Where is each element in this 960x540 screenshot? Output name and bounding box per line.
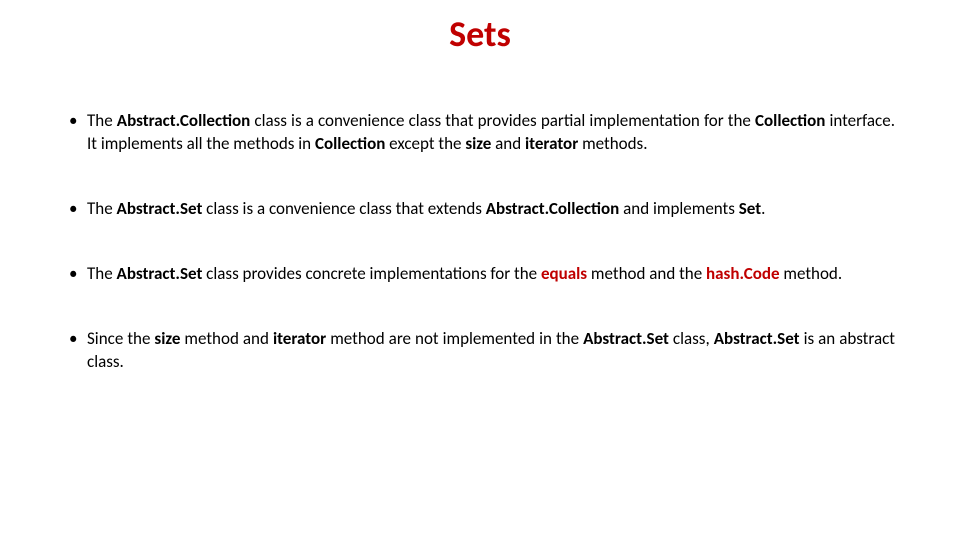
text-run: iterator [525,133,578,154]
text-run: equals [541,263,587,284]
text-run: and [491,133,525,154]
text-run: Collection [755,110,825,131]
text-run: hash.Code [706,263,780,284]
bullet-item: Since the size method and iterator metho… [65,328,895,374]
text-run: class, [669,328,714,349]
text-run: method are not implemented in the [326,328,583,349]
text-run: class is a convenience class that provid… [250,110,755,131]
text-run: The [87,198,117,219]
text-run: except the [385,133,465,154]
text-run: size [465,133,491,154]
text-run: Abstract.Collection [117,110,251,131]
text-run: class is a convenience class that extend… [202,198,485,219]
text-run: class provides concrete implementations … [202,263,541,284]
text-run: Abstract.Set [117,198,203,219]
slide: Sets The Abstract.Collection class is a … [0,0,960,540]
text-run: Collection [315,133,385,154]
text-run: size [154,328,180,349]
text-run: Abstract.Collection [486,198,620,219]
bullet-item: The Abstract.Collection class is a conve… [65,110,895,156]
bullet-item: The Abstract.Set class provides concrete… [65,263,895,286]
text-run: Abstract.Set [714,328,800,349]
text-run: Set [739,198,761,219]
text-run: The [87,110,117,131]
text-run: . [761,198,765,219]
text-run: and implements [619,198,738,219]
text-run: Since the [87,328,154,349]
text-run: method and the [587,263,706,284]
text-run: Abstract.Set [583,328,669,349]
text-run: methods. [578,133,647,154]
text-run: Abstract.Set [117,263,203,284]
text-run: iterator [273,328,326,349]
text-run: method and [180,328,273,349]
bullet-item: The Abstract.Set class is a convenience … [65,198,895,221]
text-run: method. [780,263,843,284]
bullet-list: The Abstract.Collection class is a conve… [65,110,895,374]
slide-title: Sets [0,12,960,56]
slide-body: The Abstract.Collection class is a conve… [65,110,895,416]
text-run: The [87,263,117,284]
